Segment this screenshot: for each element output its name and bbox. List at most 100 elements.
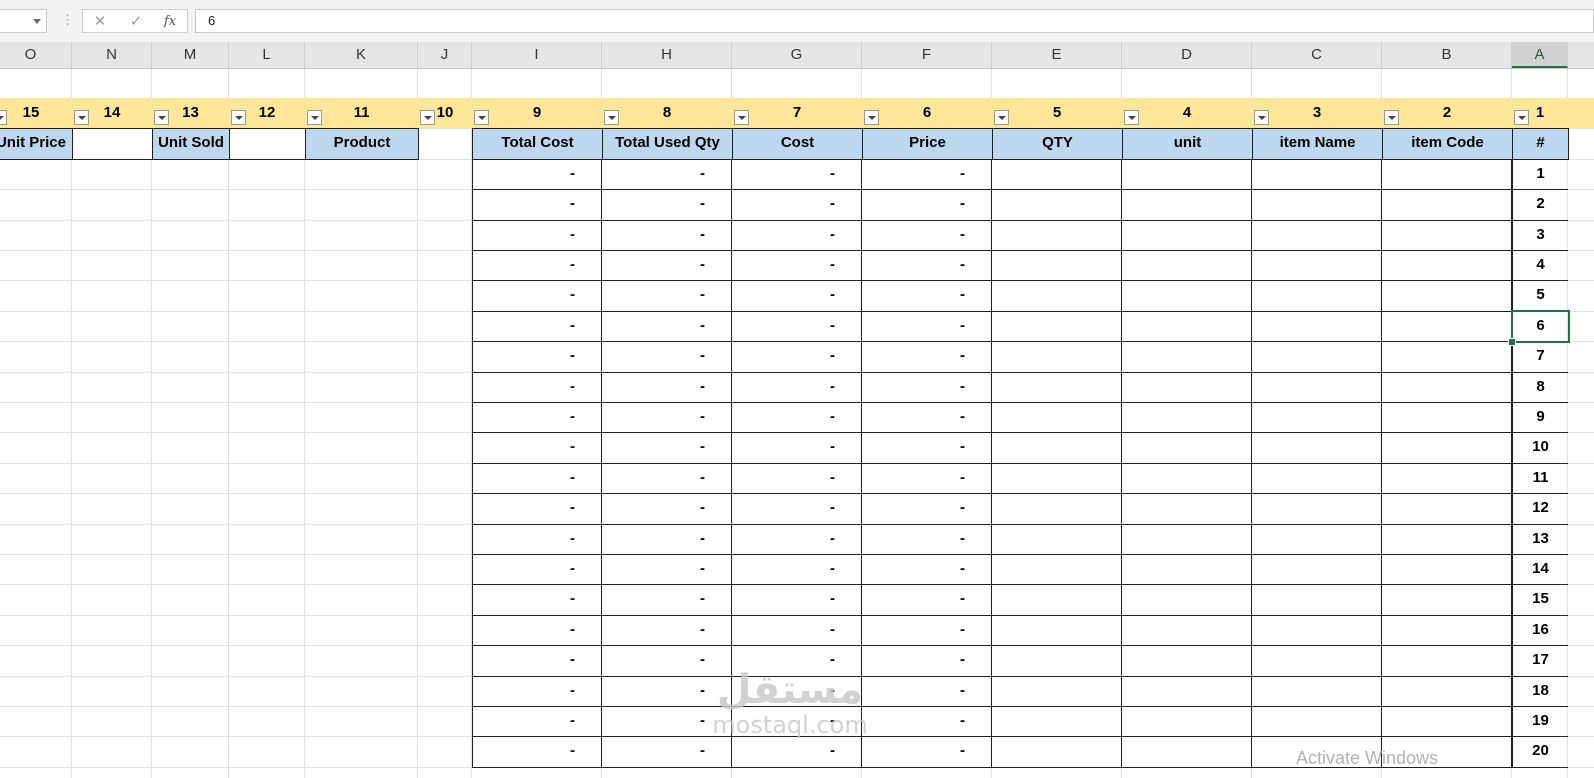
table-cell[interactable]: [1122, 371, 1252, 403]
table-cell[interactable]: [992, 219, 1122, 251]
table-cell[interactable]: -: [472, 523, 602, 555]
table-cell[interactable]: [992, 614, 1122, 647]
number-cell-i[interactable]: 9: [472, 98, 602, 129]
table-cell[interactable]: [1382, 341, 1512, 373]
row-index-cell[interactable]: 17: [1512, 645, 1568, 677]
column-header-n[interactable]: N: [72, 42, 152, 68]
table-cell[interactable]: [1122, 645, 1252, 677]
more-options-icon[interactable]: ⋮: [61, 12, 74, 28]
table-cell[interactable]: [1252, 584, 1382, 616]
table-header-c[interactable]: item Name: [1252, 128, 1383, 160]
table-cell[interactable]: [992, 158, 1122, 191]
table-cell[interactable]: [1382, 523, 1512, 555]
table-cell[interactable]: [1122, 432, 1252, 464]
table-cell[interactable]: [992, 371, 1122, 403]
number-cell-c[interactable]: 3: [1252, 98, 1382, 129]
column-header-e[interactable]: E: [992, 42, 1122, 68]
row-index-cell[interactable]: 7: [1512, 341, 1568, 373]
table-cell[interactable]: -: [602, 341, 732, 373]
formula-input[interactable]: 6: [195, 9, 1594, 33]
column-header-a[interactable]: A: [1512, 42, 1568, 68]
table-cell[interactable]: -: [472, 554, 602, 586]
table-cell[interactable]: [1382, 402, 1512, 434]
table-cell[interactable]: [1382, 614, 1512, 647]
table-cell[interactable]: -: [602, 584, 732, 616]
row-index-cell[interactable]: 19: [1512, 706, 1568, 738]
table-cell[interactable]: [1382, 158, 1512, 191]
table-cell[interactable]: [1252, 189, 1382, 221]
table-cell[interactable]: -: [862, 371, 992, 403]
table-cell[interactable]: [1252, 219, 1382, 251]
table-cell[interactable]: -: [602, 280, 732, 312]
table-cell[interactable]: -: [472, 402, 602, 434]
table-cell[interactable]: [1252, 462, 1382, 495]
table-header-o[interactable]: Unit Price: [0, 128, 73, 160]
row-index-cell[interactable]: 12: [1512, 493, 1568, 525]
table-cell[interactable]: [1122, 158, 1252, 191]
table-cell[interactable]: -: [472, 736, 602, 768]
table-cell[interactable]: -: [472, 310, 602, 343]
table-cell[interactable]: [992, 736, 1122, 768]
table-cell[interactable]: [1122, 250, 1252, 282]
table-cell[interactable]: [1382, 584, 1512, 616]
table-header-n[interactable]: [72, 128, 153, 160]
filter-dropdown-icon[interactable]: [994, 110, 1009, 125]
table-cell[interactable]: [1252, 554, 1382, 586]
table-header-d[interactable]: unit: [1122, 128, 1253, 160]
table-cell[interactable]: -: [472, 462, 602, 495]
table-cell[interactable]: -: [472, 645, 602, 677]
table-cell[interactable]: [1382, 493, 1512, 525]
table-cell[interactable]: -: [602, 158, 732, 191]
table-cell[interactable]: [1382, 675, 1512, 707]
table-cell[interactable]: [1122, 554, 1252, 586]
table-cell[interactable]: [1252, 158, 1382, 191]
table-header-h[interactable]: Total Used Qty: [602, 128, 733, 160]
table-cell[interactable]: -: [862, 554, 992, 586]
filter-dropdown-icon[interactable]: [74, 110, 89, 125]
number-cell-f[interactable]: 6: [862, 98, 992, 129]
table-cell[interactable]: [992, 706, 1122, 738]
column-header-l[interactable]: L: [229, 42, 305, 68]
table-cell[interactable]: -: [472, 706, 602, 738]
filter-dropdown-icon[interactable]: [307, 110, 322, 125]
table-cell[interactable]: [1252, 402, 1382, 434]
table-cell[interactable]: [1122, 462, 1252, 495]
table-cell[interactable]: -: [472, 493, 602, 525]
table-cell[interactable]: -: [732, 310, 862, 343]
table-cell[interactable]: [1122, 523, 1252, 555]
table-cell[interactable]: [1382, 645, 1512, 677]
table-cell[interactable]: [1382, 250, 1512, 282]
table-cell[interactable]: [1122, 675, 1252, 707]
table-cell[interactable]: [1252, 523, 1382, 555]
table-cell[interactable]: [1382, 706, 1512, 738]
table-cell[interactable]: [1122, 736, 1252, 768]
table-cell[interactable]: -: [602, 554, 732, 586]
table-cell[interactable]: -: [472, 341, 602, 373]
table-cell[interactable]: -: [862, 523, 992, 555]
number-cell-o[interactable]: 15: [0, 98, 72, 129]
table-cell[interactable]: -: [732, 614, 862, 647]
table-cell[interactable]: -: [862, 584, 992, 616]
table-cell[interactable]: -: [732, 219, 862, 251]
table-cell[interactable]: [1382, 462, 1512, 495]
column-header-b[interactable]: B: [1382, 42, 1512, 68]
name-box[interactable]: [0, 9, 47, 33]
table-cell[interactable]: -: [862, 189, 992, 221]
table-cell[interactable]: -: [732, 432, 862, 464]
filter-dropdown-icon[interactable]: [864, 110, 879, 125]
column-header-o[interactable]: O: [0, 42, 72, 68]
filter-dropdown-icon[interactable]: [154, 110, 169, 125]
table-cell[interactable]: [1382, 554, 1512, 586]
table-cell[interactable]: -: [862, 493, 992, 525]
table-cell[interactable]: [992, 645, 1122, 677]
row-index-cell[interactable]: 8: [1512, 371, 1568, 403]
filter-dropdown-icon[interactable]: [0, 110, 7, 125]
table-cell[interactable]: [992, 402, 1122, 434]
row-index-cell[interactable]: 9: [1512, 402, 1568, 434]
table-header-m[interactable]: Unit Sold: [152, 128, 230, 160]
column-header-k[interactable]: K: [305, 42, 418, 68]
table-cell[interactable]: -: [602, 432, 732, 464]
column-header-i[interactable]: I: [472, 42, 602, 68]
table-cell[interactable]: -: [732, 584, 862, 616]
number-cell-h[interactable]: 8: [602, 98, 732, 129]
